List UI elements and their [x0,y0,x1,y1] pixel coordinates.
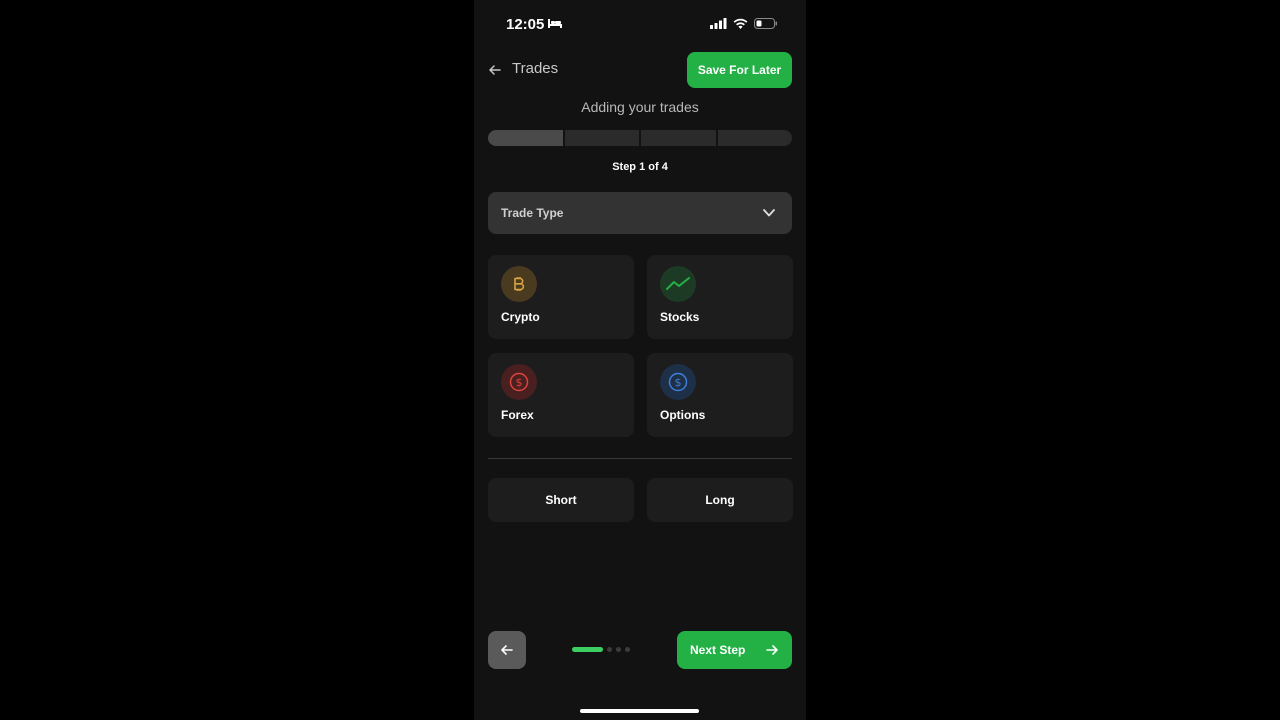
dollar-circle-icon: $ [501,364,537,400]
bitcoin-icon [501,266,537,302]
long-button[interactable]: Long [647,478,793,522]
arrow-left-icon [501,645,513,655]
card-label: Forex [501,408,534,422]
progress-segment [641,130,716,146]
save-for-later-button[interactable]: Save For Later [687,52,792,88]
wifi-icon [733,18,748,29]
previous-step-button[interactable] [488,631,526,669]
card-label: Stocks [660,310,700,324]
page-title: Trades [512,60,559,77]
progress-segment [717,130,792,146]
trade-type-card-forex[interactable]: $ Forex [488,353,634,437]
home-indicator [580,709,699,713]
dropdown-label: Trade Type [501,206,564,220]
status-time: 12:05 [506,16,545,33]
progress-segment [564,130,639,146]
trade-type-card-stocks[interactable]: Stocks [647,255,793,339]
next-step-button[interactable]: Next Step [677,631,792,669]
sleep-mode-icon [548,19,562,28]
back-arrow-icon[interactable] [486,61,504,79]
phone-screen: 12:05 Trades Save For Later Adding your … [474,0,806,720]
page-dot [572,647,603,652]
svg-text:$: $ [516,376,523,389]
next-step-label: Next Step [690,643,746,657]
short-button[interactable]: Short [488,478,634,522]
page-indicator [572,647,630,652]
trade-type-dropdown[interactable]: Trade Type [488,192,792,234]
step-label: Step 1 of 4 [612,161,668,173]
trade-type-card-crypto[interactable]: Crypto [488,255,634,339]
card-label: Crypto [501,310,540,324]
page-dot [625,647,630,652]
svg-text:$: $ [675,376,682,389]
arrow-right-icon [766,645,778,655]
cellular-signal-icon [710,18,727,29]
header: Trades Save For Later [474,52,806,88]
page-dot [616,647,621,652]
battery-icon [754,18,777,29]
step-progress-bar [488,130,792,146]
chevron-down-icon [763,209,775,217]
trade-type-card-options[interactable]: $ Options [647,353,793,437]
card-label: Options [660,408,706,422]
status-icons [710,18,778,29]
page-dot [607,647,612,652]
dollar-circle-icon: $ [660,364,696,400]
progress-segment [488,130,563,146]
divider [488,458,792,459]
trending-up-icon [660,266,696,302]
page-subtitle: Adding your trades [581,99,699,115]
status-bar: 12:05 [474,14,806,36]
